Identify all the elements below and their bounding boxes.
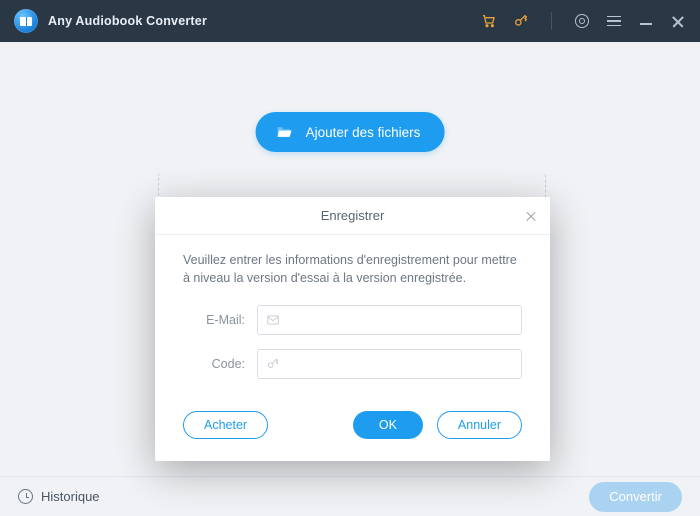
- store-icon[interactable]: [481, 13, 497, 29]
- email-field[interactable]: [286, 306, 521, 334]
- code-field[interactable]: [286, 350, 521, 378]
- add-files-label: Ajouter des fichiers: [306, 125, 421, 140]
- dialog-close-button[interactable]: [522, 207, 540, 225]
- cancel-button[interactable]: Annuler: [437, 411, 522, 439]
- app-title: Any Audiobook Converter: [48, 14, 207, 28]
- minimize-button[interactable]: [638, 13, 654, 29]
- dialog-intro-text: Veuillez entrer les informations d'enreg…: [183, 251, 522, 287]
- menu-icon[interactable]: [606, 13, 622, 29]
- code-label: Code:: [183, 357, 245, 371]
- register-dialog: Enregistrer Veuillez entrer les informat…: [155, 197, 550, 461]
- envelope-icon: [266, 313, 280, 327]
- key-icon[interactable]: [513, 13, 529, 29]
- key-field-icon: [266, 357, 280, 371]
- email-row: E-Mail:: [183, 305, 522, 335]
- close-button[interactable]: [670, 13, 686, 29]
- email-label: E-Mail:: [183, 313, 245, 327]
- dialog-title: Enregistrer: [321, 208, 385, 223]
- history-label: Historique: [41, 489, 100, 504]
- buy-button[interactable]: Acheter: [183, 411, 268, 439]
- app-logo-icon: [14, 9, 38, 33]
- titlebar: Any Audiobook Converter: [0, 0, 700, 42]
- code-row: Code:: [183, 349, 522, 379]
- folder-open-icon: [276, 125, 294, 139]
- dialog-header: Enregistrer: [155, 197, 550, 235]
- convert-label: Convertir: [609, 489, 662, 504]
- footer: Historique Convertir: [0, 476, 700, 516]
- convert-button[interactable]: Convertir: [589, 482, 682, 512]
- add-files-button[interactable]: Ajouter des fichiers: [256, 112, 445, 152]
- history-button[interactable]: Historique: [18, 489, 100, 504]
- close-icon: [525, 210, 537, 222]
- ok-button[interactable]: OK: [353, 411, 423, 439]
- main-area: Ajouter des fichiers Enregistrer Veuille…: [0, 42, 700, 476]
- settings-icon[interactable]: [574, 13, 590, 29]
- titlebar-separator: [551, 12, 552, 30]
- history-icon: [18, 489, 33, 504]
